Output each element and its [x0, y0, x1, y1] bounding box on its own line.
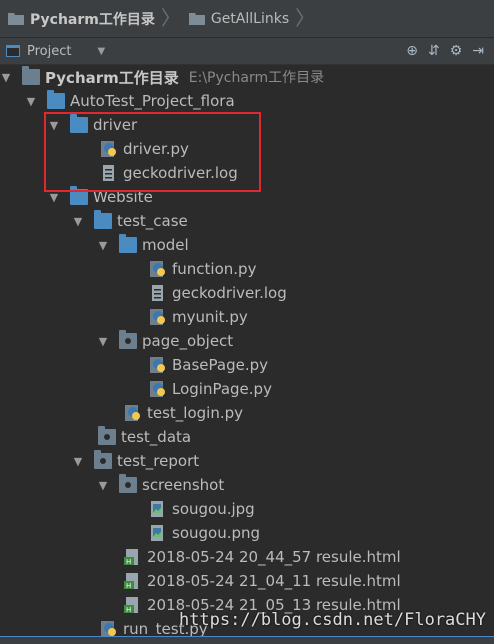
- tree-item-screenshot[interactable]: ▼ screenshot: [97, 473, 224, 497]
- tree-item-test-login-py[interactable]: test_login.py: [124, 401, 243, 425]
- tree-item-label: Pycharm工作目录: [45, 68, 179, 87]
- project-icon: [6, 45, 20, 57]
- expand-arrow-icon[interactable]: ▼: [72, 455, 84, 468]
- html-file-icon: H: [124, 549, 138, 565]
- tree-item-label: model: [142, 236, 189, 254]
- tree-item-label: AutoTest_Project_flora: [70, 92, 235, 110]
- navigation-bar: Pycharm工作目录 〉 GetAllLinks 〉: [0, 0, 494, 38]
- python-file-icon: [150, 357, 165, 373]
- tree-item-label: test_report: [117, 452, 200, 470]
- tree-item-loginpage-py[interactable]: LoginPage.py: [149, 377, 272, 401]
- package-folder-icon: [119, 330, 137, 349]
- tree-item-model[interactable]: ▼ model: [97, 233, 189, 257]
- expand-arrow-icon[interactable]: ▼: [48, 191, 60, 204]
- tree-item-myunit-py[interactable]: myunit.py: [149, 305, 248, 329]
- tree-item-project[interactable]: ▼ AutoTest_Project_flora: [25, 89, 235, 113]
- project-view-selector[interactable]: Project: [27, 44, 71, 59]
- folder-icon: [94, 210, 112, 229]
- expand-arrow-icon[interactable]: ▼: [25, 95, 37, 108]
- tree-item-label: LoginPage.py: [172, 380, 272, 398]
- tree-item-label: function.py: [172, 260, 257, 278]
- breadcrumb-root[interactable]: Pycharm工作目录 〉: [0, 0, 181, 37]
- tree-item-label: myunit.py: [172, 308, 248, 326]
- package-folder-icon: [119, 474, 137, 493]
- tree-item-label: test_data: [121, 428, 192, 446]
- python-file-icon: [150, 381, 165, 397]
- tree-item-label: 2018-05-24 20_44_57 resule.html: [147, 548, 401, 566]
- python-file-icon: [125, 405, 140, 421]
- highlight-box: [44, 112, 261, 192]
- python-file-icon: [101, 621, 116, 637]
- tree-item-label: 2018-05-24 21_04_11 resule.html: [147, 572, 401, 590]
- tree-item-label: screenshot: [142, 476, 225, 494]
- tree-item-label: geckodriver.log: [172, 284, 287, 302]
- tree-item-root[interactable]: ▼ Pycharm工作目录 E:\Pycharm工作目录: [0, 65, 324, 89]
- chevron-down-icon[interactable]: ▼: [97, 46, 105, 57]
- tree-item-test-data[interactable]: test_data: [98, 425, 191, 449]
- hide-icon[interactable]: ⇥: [472, 43, 484, 59]
- tree-item-label: sougou.png: [172, 524, 261, 542]
- tree-item-sougou-jpg[interactable]: sougou.jpg: [149, 497, 255, 521]
- watermark: https://blog.csdn.net/FloraCHY: [178, 610, 486, 630]
- folder-icon: [47, 90, 65, 109]
- expand-arrow-icon[interactable]: ▼: [97, 239, 109, 252]
- breadcrumb-child[interactable]: GetAllLinks 〉: [181, 0, 315, 37]
- package-folder-icon: [94, 450, 112, 469]
- tree-item-label: BasePage.py: [172, 356, 269, 374]
- html-file-icon: H: [124, 573, 138, 589]
- folder-icon: [8, 13, 24, 25]
- tree-item-label: test_case: [117, 212, 188, 230]
- tree-item-test-case[interactable]: ▼ test_case: [72, 209, 188, 233]
- tree-item-test-report[interactable]: ▼ test_report: [72, 449, 199, 473]
- text-file-icon: [152, 285, 163, 301]
- folder-icon: [188, 13, 205, 25]
- tree-item-label: sougou.jpg: [172, 500, 255, 518]
- tree-item-page-object[interactable]: ▼ page_object: [97, 329, 233, 353]
- image-file-icon: [151, 501, 163, 517]
- tree-item-sougou-png[interactable]: sougou.png: [149, 521, 260, 545]
- expand-arrow-icon[interactable]: ▼: [97, 479, 109, 492]
- html-file-icon: H: [124, 597, 138, 613]
- breadcrumb-child-label: GetAllLinks: [210, 10, 290, 27]
- project-toolbar: Project ▼ ⊕ ⇵ ⚙ ⇥: [0, 38, 494, 65]
- tree-item-report-1[interactable]: H 2018-05-24 20_44_57 resule.html: [124, 545, 401, 569]
- collapse-all-icon[interactable]: ⇵: [428, 43, 440, 59]
- svg-text:H: H: [126, 606, 131, 613]
- python-file-icon: [150, 261, 165, 277]
- python-file-icon: [150, 309, 165, 325]
- tree-item-label: page_object: [142, 332, 234, 350]
- tree-item-report-2[interactable]: H 2018-05-24 21_04_11 resule.html: [124, 569, 401, 593]
- tree-item-path: E:\Pycharm工作目录: [188, 70, 325, 86]
- gear-icon[interactable]: ⚙: [450, 43, 463, 59]
- breadcrumb-separator-icon: 〉: [295, 6, 316, 30]
- folder-icon: [22, 66, 40, 85]
- folder-icon: [119, 234, 137, 253]
- svg-text:H: H: [126, 558, 131, 565]
- expand-arrow-icon[interactable]: ▼: [97, 335, 109, 348]
- expand-arrow-icon[interactable]: ▼: [72, 215, 84, 228]
- locate-icon[interactable]: ⊕: [406, 43, 418, 59]
- package-folder-icon: [98, 426, 116, 445]
- breadcrumb-root-label: Pycharm工作目录: [30, 11, 155, 28]
- tree-item-label: test_login.py: [147, 404, 244, 422]
- expand-arrow-icon[interactable]: ▼: [0, 71, 12, 84]
- svg-text:H: H: [126, 582, 131, 589]
- tree-item-function-py[interactable]: function.py: [149, 257, 256, 281]
- image-file-icon: [151, 525, 163, 541]
- tree-item-basepage-py[interactable]: BasePage.py: [149, 353, 268, 377]
- tree-item-gecko-log-2[interactable]: geckodriver.log: [149, 281, 287, 305]
- breadcrumb-separator-icon: 〉: [160, 6, 181, 30]
